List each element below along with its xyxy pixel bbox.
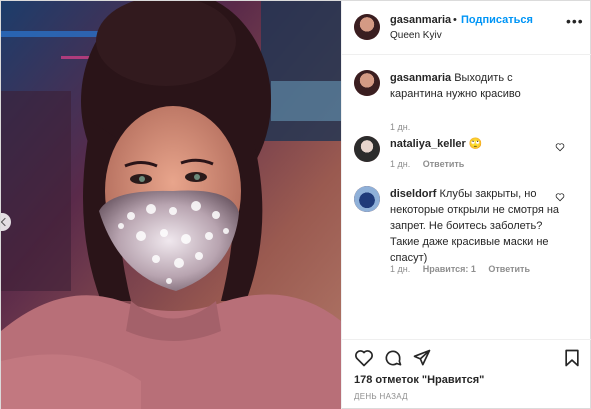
caption-comment: gasanmaria Выходить с карантина нужно кр… (354, 70, 586, 132)
follow-button[interactable]: Подписаться (461, 14, 533, 26)
comment-meta: 1 дн. Ответить (390, 159, 474, 169)
comments-list: gasanmaria Выходить с карантина нужно кр… (342, 56, 591, 339)
list-item: diseldorf Клубы закрыты, но некоторые от… (354, 186, 586, 286)
post-actions: 178 отметок "Нравится" ДЕНЬ НАЗАД (342, 339, 591, 409)
comment-meta: 1 дн. Нравится: 1 Ответить (390, 264, 540, 274)
comment-time[interactable]: 1 дн. (390, 159, 410, 169)
comment-meta: 1 дн. (390, 122, 420, 132)
post-photo[interactable] (1, 1, 341, 409)
post-date[interactable]: ДЕНЬ НАЗАД (354, 392, 408, 401)
list-item: nataliya_keller 🙄 1 дн. Ответить (354, 136, 586, 172)
header-separator: • (453, 14, 457, 26)
comment-avatar[interactable] (354, 186, 380, 212)
comment-username[interactable]: diseldorf (390, 188, 436, 200)
comment-time[interactable]: 1 дн. (390, 122, 410, 132)
comment-username[interactable]: nataliya_keller (390, 138, 466, 150)
comment-body: 🙄 (468, 138, 483, 150)
comment-text: nataliya_keller 🙄 (390, 136, 560, 152)
comment-text: gasanmaria Выходить с карантина нужно кр… (390, 70, 560, 102)
reply-button[interactable]: Ответить (488, 264, 530, 274)
comment-time[interactable]: 1 дн. (390, 264, 410, 274)
post-photo-image (1, 1, 341, 409)
author-username[interactable]: gasanmaria (390, 14, 451, 26)
heart-icon[interactable] (354, 348, 374, 368)
comment-text: diseldorf Клубы закрыты, но некоторые от… (390, 186, 560, 266)
comment-likes-count[interactable]: Нравится: 1 (423, 264, 476, 274)
author-avatar[interactable] (354, 14, 380, 40)
share-icon[interactable] (412, 348, 432, 368)
bookmark-icon[interactable] (562, 348, 582, 368)
post-header: gasanmaria • Подписаться Queen Kyiv ••• (342, 1, 591, 55)
comment-icon[interactable] (383, 348, 403, 368)
like-comment-icon[interactable] (555, 142, 565, 152)
like-comment-icon[interactable] (555, 192, 565, 202)
more-options-icon[interactable]: ••• (566, 13, 584, 29)
comment-avatar[interactable] (354, 136, 380, 162)
post-sidebar: gasanmaria • Подписаться Queen Kyiv ••• … (341, 1, 591, 409)
comment-username[interactable]: gasanmaria (390, 72, 451, 84)
post-location[interactable]: Queen Kyiv (390, 30, 442, 41)
comment-avatar[interactable] (354, 70, 380, 96)
likes-count[interactable]: 178 отметок "Нравится" (354, 374, 484, 386)
instagram-post: gasanmaria • Подписаться Queen Kyiv ••• … (0, 0, 591, 409)
reply-button[interactable]: Ответить (423, 159, 465, 169)
